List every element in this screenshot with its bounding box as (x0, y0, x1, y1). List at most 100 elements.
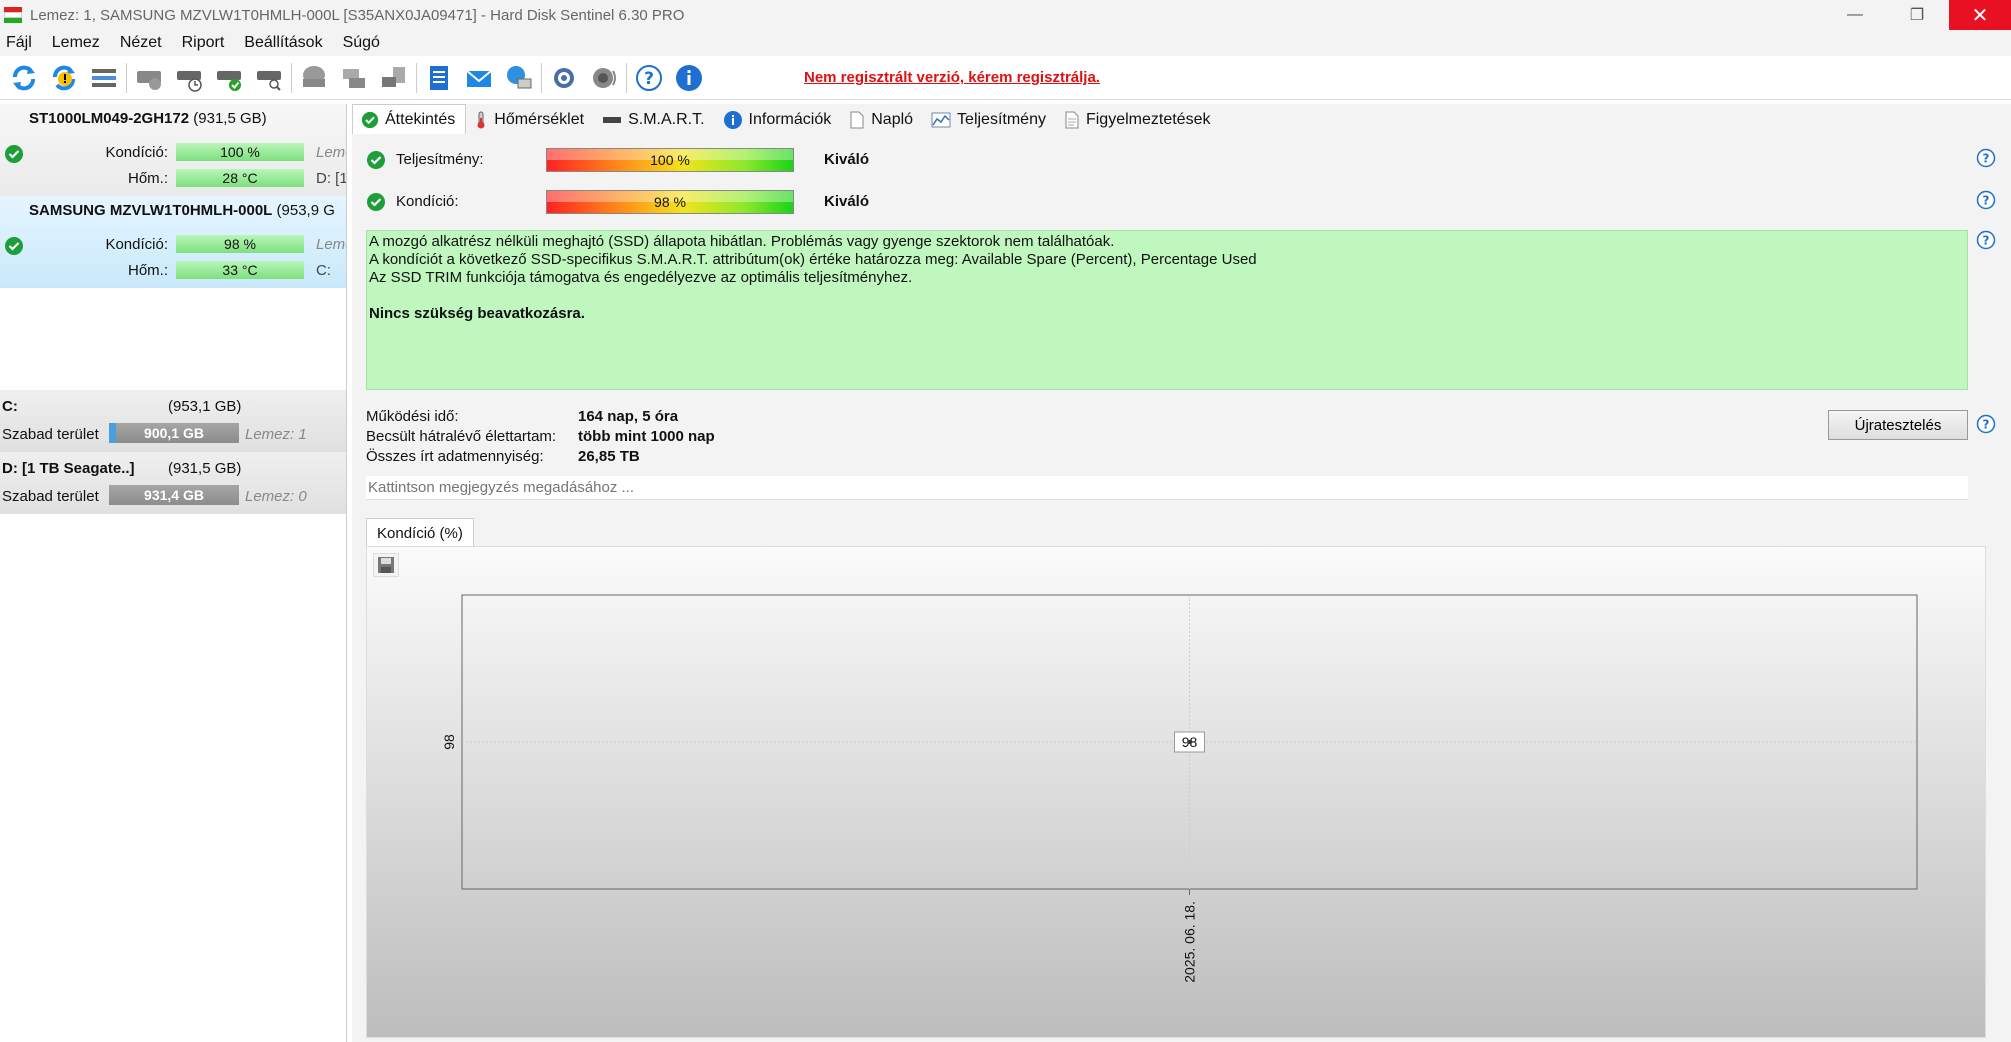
performance-meter: 100 % (546, 148, 794, 172)
menu-report[interactable]: Riport (182, 34, 225, 52)
chart-area: 982025. 06. 18.98 (366, 546, 1986, 1038)
check-ok-icon (361, 111, 379, 129)
tab-label: Teljesítmény (957, 111, 1046, 128)
tab-label: Információk (748, 111, 832, 128)
volume-item[interactable]: D: [1 TB Seagate..] (931,5 GB) Szabad te… (0, 452, 346, 514)
disk-condition-label: Kondíció: (105, 236, 168, 253)
tab-bar: Áttekintés Hőmérséklet S.M.A.R.T. Inform… (352, 104, 2011, 134)
disk-volume-label: C: (316, 262, 331, 279)
disk-surface-icon[interactable] (129, 59, 169, 97)
written-value: 26,85 TB (578, 448, 640, 465)
tab-temperature[interactable]: Hőmérséklet (466, 106, 594, 134)
tab-performance[interactable]: Teljesítmény (923, 106, 1056, 134)
info-icon[interactable] (669, 59, 709, 97)
disk-number-label: Leme (316, 236, 346, 253)
app-icon (4, 7, 22, 23)
volume-size: (931,5 GB) (168, 460, 242, 477)
tab-information[interactable]: Információk (715, 106, 842, 134)
uptime-label: Működési idő: (366, 408, 459, 425)
maximize-button[interactable]: ❐ (1886, 0, 1948, 30)
minimize-button[interactable]: — (1824, 0, 1886, 30)
tab-overview[interactable]: Áttekintés (352, 104, 467, 134)
volume-disk-label: Lemez: 0 (245, 488, 307, 505)
disk-size: (953,9 G (276, 202, 335, 219)
disk-drive-icon[interactable] (334, 59, 374, 97)
gear-icon[interactable] (544, 59, 584, 97)
help-icon[interactable]: ? (629, 59, 669, 97)
disk-temperature-bar: 33 °C (176, 261, 304, 279)
tab-alerts[interactable]: Figyelmeztetések (1056, 106, 1221, 134)
volume-item[interactable]: C: (953,1 GB) Szabad terület 900,1 GB Le… (0, 390, 346, 452)
disk-size: (931,5 GB) (193, 110, 267, 127)
refresh-warning-icon[interactable] (44, 59, 84, 97)
disk-model: ST1000LM049-2GH172 (29, 110, 190, 127)
performance-rating: Kiváló (824, 151, 870, 168)
web-report-icon[interactable] (499, 59, 539, 97)
volume-free-value: 931,4 GB (144, 487, 204, 503)
disk-list-icon[interactable] (84, 59, 124, 97)
condition-chart: 982025. 06. 18.98 (441, 594, 1918, 983)
disk-temperature-label: Hőm.: (127, 262, 168, 279)
register-link[interactable]: Nem regisztrált verzió, kérem regisztrál… (804, 69, 1100, 86)
disk-model: SAMSUNG MZVLW1T0HMLH-000L (29, 202, 273, 219)
menu-help[interactable]: Súgó (343, 34, 380, 52)
menu-view[interactable]: Nézet (120, 34, 162, 52)
disk-item[interactable]: ST1000LM049-2GH172 (931,5 GB) Kondíció: … (0, 104, 346, 196)
chart-tab-condition[interactable]: Kondíció (%) (366, 518, 474, 546)
help-icon[interactable]: ? (1976, 414, 1996, 434)
disk-temperature-bar: 28 °C (176, 169, 304, 187)
svg-text:?: ? (1983, 234, 1990, 248)
tab-label: Napló (871, 111, 914, 128)
status-line: A mozgó alkatrész nélküli meghajtó (SSD)… (369, 233, 1115, 250)
disk-condition-bar: 100 % (176, 143, 304, 161)
retest-button[interactable]: Újratesztelés (1828, 410, 1968, 440)
data-point (1187, 740, 1192, 744)
mail-icon[interactable] (459, 59, 499, 97)
disk-condition-row: Kondíció: 100 % Lemez (0, 142, 346, 162)
refresh-icon[interactable] (4, 59, 44, 97)
menu-bar: Fájl Lemez Nézet Riport Beállítások Súgó (0, 30, 2011, 56)
disk-temperature-row: Hőm.: 33 °C C: (0, 260, 346, 280)
tab-label: Figyelmeztetések (1085, 111, 1211, 128)
written-label: Összes írt adatmennyiség: (366, 448, 544, 465)
tab-smart[interactable]: S.M.A.R.T. (594, 106, 714, 134)
window-title: Lemez: 1, SAMSUNG MZVLW1T0HMLH-000L [S35… (30, 6, 685, 24)
sound-icon[interactable] (584, 59, 624, 97)
disk-icon (602, 111, 622, 129)
main-panel: Áttekintés Hőmérséklet S.M.A.R.T. Inform… (352, 104, 2011, 1042)
disk-volume-label: D: [1 (316, 170, 346, 187)
disk-item-selected[interactable]: SAMSUNG MZVLW1T0HMLH-000L (953,9 G Kondí… (0, 196, 346, 288)
menu-disk[interactable]: Lemez (52, 34, 100, 52)
disk-group-icon[interactable] (294, 59, 334, 97)
toolbar-separator (626, 62, 627, 93)
disk-search-icon[interactable] (249, 59, 289, 97)
status-line: Az SSD TRIM funkciója támogatva és enged… (369, 269, 913, 286)
volume-free-bar: 900,1 GB (109, 423, 239, 443)
menu-file[interactable]: Fájl (6, 34, 32, 52)
status-line: A kondíciót a következő SSD-specifikus S… (369, 251, 1257, 268)
volume-free-value: 900,1 GB (144, 425, 204, 441)
disk-title: SAMSUNG MZVLW1T0HMLH-000L (953,9 G (29, 202, 335, 219)
help-icon[interactable]: ? (1976, 190, 1996, 210)
check-ok-icon (366, 192, 386, 216)
uptime-value: 164 nap, 5 óra (578, 408, 679, 425)
disk-check-icon[interactable] (209, 59, 249, 97)
help-icon[interactable]: ? (1976, 230, 1996, 250)
disk-panel: ST1000LM049-2GH172 (931,5 GB) Kondíció: … (0, 104, 347, 1042)
report-icon[interactable] (419, 59, 459, 97)
disk-condition-row: Kondíció: 98 % Leme (0, 234, 346, 254)
help-icon[interactable]: ? (1976, 148, 1996, 168)
note-input[interactable] (366, 476, 1968, 500)
lifetime-label: Becsült hátralévő élettartam: (366, 428, 557, 445)
disk-schedule-icon[interactable] (169, 59, 209, 97)
close-button[interactable]: ✕ (1949, 0, 2011, 30)
info-icon (723, 110, 743, 130)
toolbar-separator (126, 62, 127, 93)
volume-name: D: [1 TB Seagate..] (2, 460, 135, 477)
y-tick-label: 98 (441, 734, 457, 750)
lifetime-value: több mint 1000 nap (578, 428, 715, 445)
menu-settings[interactable]: Beállítások (244, 34, 322, 52)
network-disk-icon[interactable] (374, 59, 414, 97)
plot-marks: 982025. 06. 18.98 (441, 595, 1917, 983)
tab-log[interactable]: Napló (841, 106, 923, 134)
